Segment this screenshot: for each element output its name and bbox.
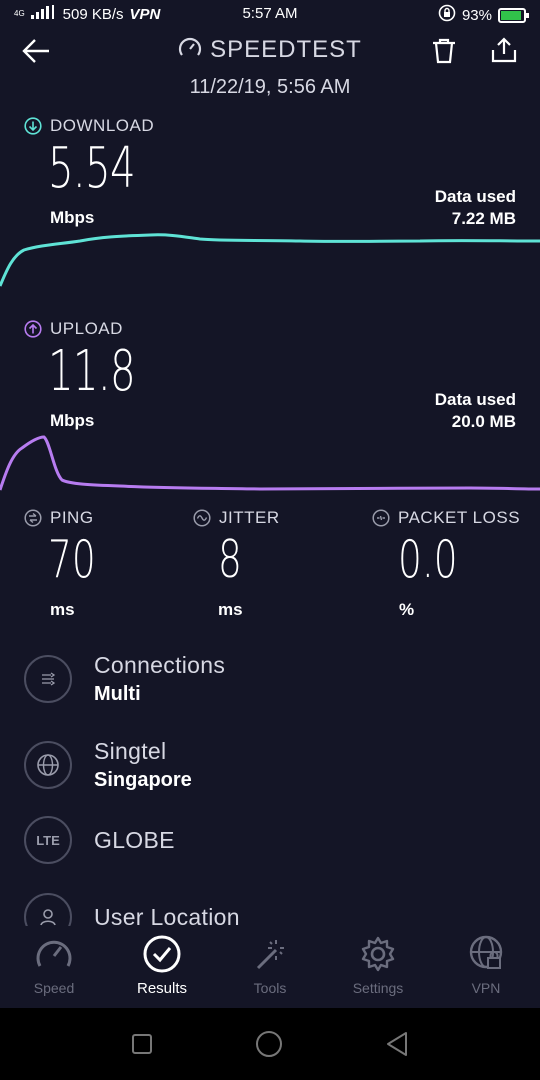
packet-loss-icon — [372, 509, 390, 527]
download-data-used: Data used 7.22 MB — [434, 187, 516, 228]
jitter-unit: ms — [218, 600, 243, 619]
check-circle-icon — [143, 935, 181, 973]
magic-wand-icon — [256, 940, 284, 970]
status-bar: 4G 509 KB/s VPN 5:57 AM 93% — [0, 0, 540, 30]
upload-data-used: Data used 20.0 MB — [434, 390, 516, 431]
trash-icon — [433, 38, 455, 64]
upload-icon — [24, 320, 42, 338]
connections-icon — [24, 655, 72, 703]
download-graph — [0, 233, 540, 287]
download-label: DOWNLOAD — [24, 116, 154, 136]
jitter-label: JITTER — [193, 508, 280, 528]
share-icon — [491, 37, 517, 63]
server-row: Singtel Singapore — [24, 738, 192, 792]
page-title: SPEEDTEST — [0, 36, 540, 67]
ping-value: 70 — [48, 530, 96, 590]
download-line — [0, 233, 540, 287]
battery-icon — [498, 7, 529, 23]
nav-results[interactable]: Results — [108, 926, 216, 1008]
vpn-globe-lock-icon — [469, 935, 503, 969]
speedometer-icon — [36, 940, 72, 967]
jitter-icon — [193, 509, 211, 527]
nav-tools[interactable]: Tools — [216, 926, 324, 1008]
status-right: 93% — [438, 4, 529, 26]
rotation-lock-icon — [438, 4, 456, 26]
provider-name: GLOBE — [94, 826, 175, 853]
bottom-nav: Speed Results Tools Settings VPN — [0, 926, 540, 1008]
result-date: 11/22/19, 5:56 AM — [189, 76, 351, 98]
lte-icon: LTE — [24, 816, 72, 864]
ping-label: PING — [24, 508, 94, 528]
packet-loss-value: 0.0 — [398, 530, 458, 590]
upload-unit: Mbps — [50, 411, 95, 430]
recent-apps-icon[interactable] — [130, 1032, 154, 1056]
server-location: Singapore — [94, 769, 192, 791]
nav-vpn[interactable]: VPN — [432, 926, 540, 1008]
ping-unit: ms — [50, 600, 75, 619]
nav-settings[interactable]: Settings — [324, 926, 432, 1008]
globe-icon — [24, 741, 72, 789]
server-name: Singtel — [94, 738, 167, 764]
jitter-value: 8 — [218, 530, 242, 590]
page-title-text: SPEEDTEST — [210, 36, 362, 63]
nav-speed[interactable]: Speed — [0, 926, 108, 1008]
gear-icon — [361, 936, 395, 972]
upload-graph — [0, 435, 540, 491]
battery-percent: 93% — [461, 6, 492, 24]
download-unit: Mbps — [50, 208, 95, 227]
home-icon[interactable] — [254, 1029, 284, 1059]
packet-loss-unit: % — [399, 600, 415, 619]
ping-icon — [24, 509, 42, 527]
connections-value: Multi — [94, 683, 141, 705]
upload-value: 11.8 — [48, 339, 136, 404]
upload-line — [0, 435, 540, 491]
back-triangle-icon[interactable] — [384, 1030, 410, 1058]
connections-title: Connections — [94, 652, 226, 678]
upload-label: UPLOAD — [24, 319, 123, 339]
speedometer-icon — [178, 36, 202, 67]
download-value: 5.54 — [48, 136, 136, 201]
share-button[interactable] — [490, 36, 518, 69]
system-nav-bar — [0, 1008, 540, 1080]
delete-button[interactable] — [431, 38, 457, 69]
provider-row: LTE GLOBE — [24, 816, 175, 864]
download-icon — [24, 117, 42, 135]
packet-loss-label: PACKET LOSS — [372, 508, 520, 528]
connections-row: Connections Multi — [24, 652, 225, 706]
